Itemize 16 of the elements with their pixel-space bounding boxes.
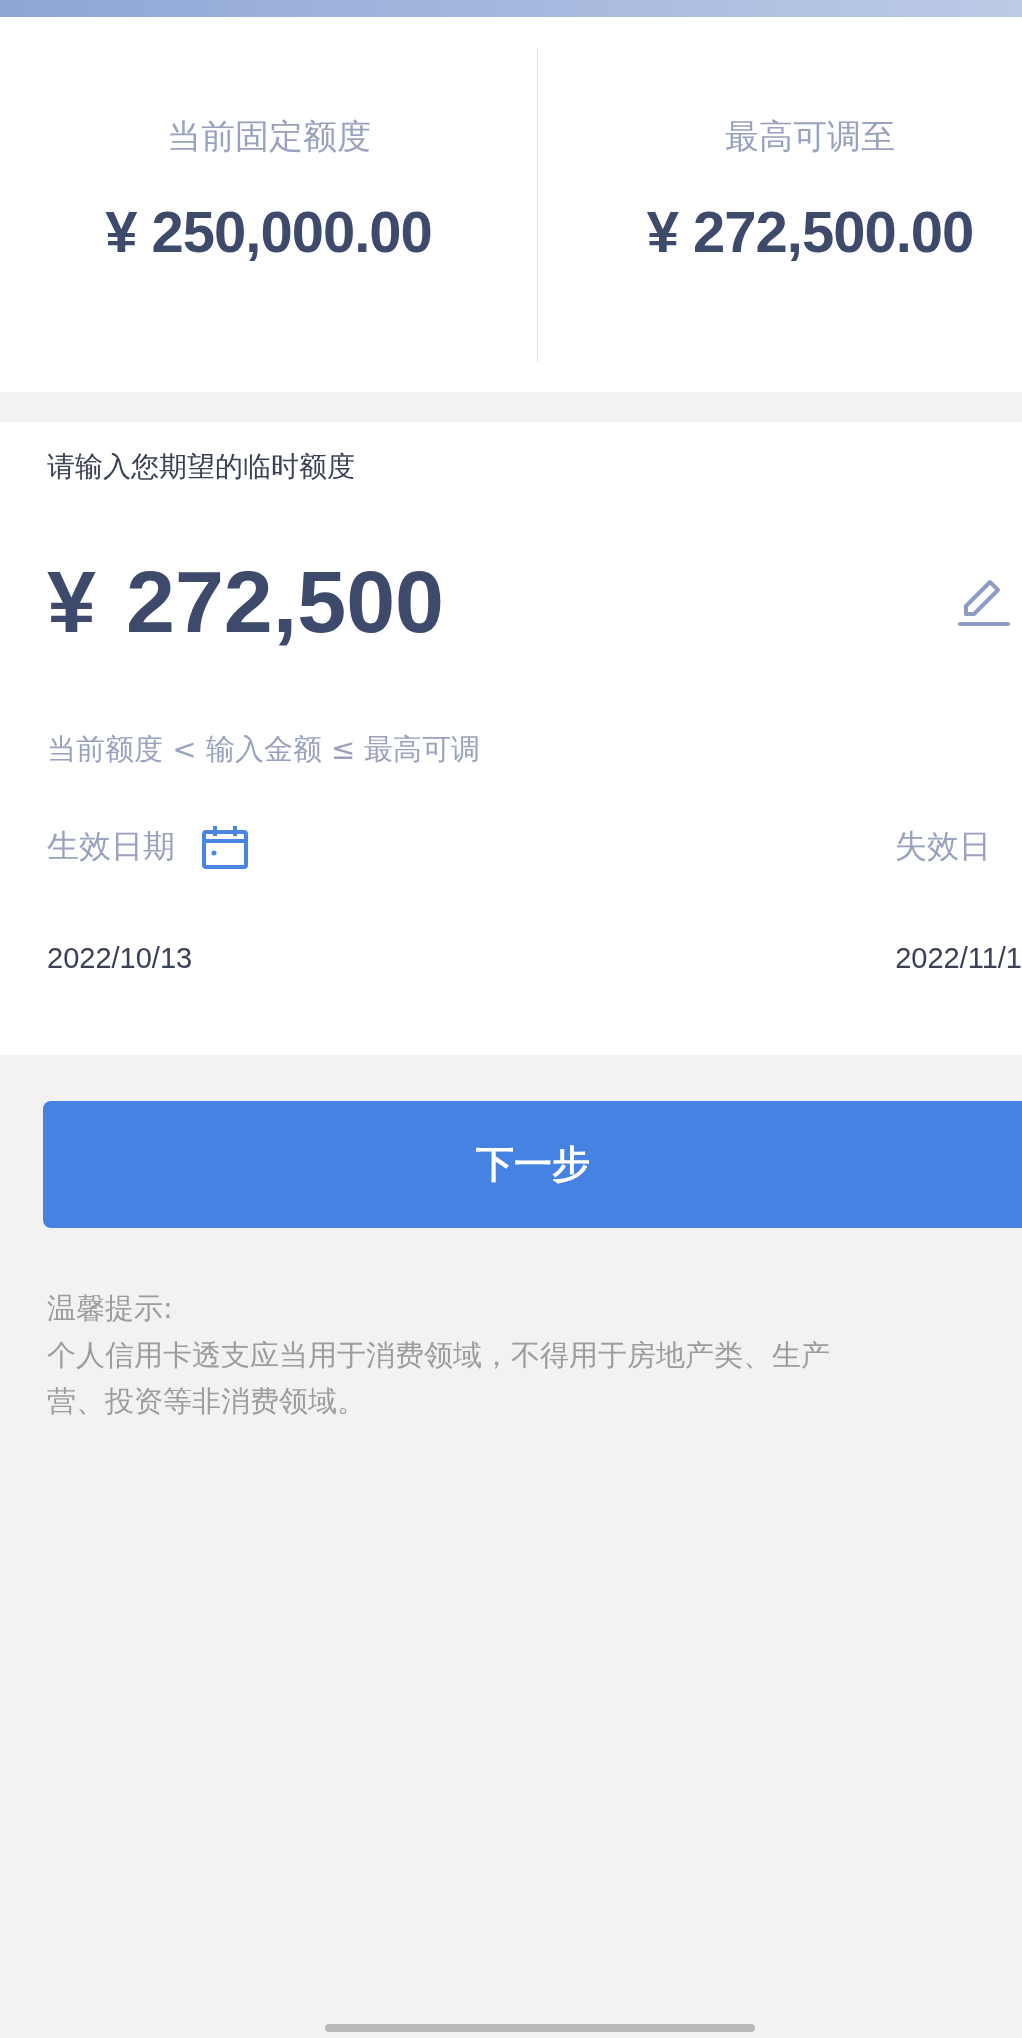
- quota-label: 当前固定额度: [166, 119, 371, 153]
- date-value: 2022/11/1: [895, 941, 1022, 975]
- quota-label: 最高可调至: [725, 119, 895, 153]
- amount-field[interactable]: ¥ 272,500: [47, 557, 445, 646]
- tip-text: 营、投资等非消费领域。: [47, 1383, 366, 1421]
- date-label: 生效日期: [47, 825, 175, 867]
- quota-amount: ¥ 250,000.00: [105, 203, 432, 261]
- amount-hint: 当前额度 < 输入金额 ≤ 最高可调: [47, 730, 481, 768]
- date-label: 失效日: [895, 825, 992, 867]
- quota-amount: ¥ 272,500.00: [646, 203, 974, 261]
- tip-text: 个人信用卡透支应当用于消费领域，不得用于房地产类、生产: [47, 1336, 830, 1374]
- calendar-icon[interactable]: [201, 823, 249, 870]
- input-label: 请输入您期望的临时额度: [47, 450, 355, 484]
- next-button[interactable]: 下一步: [43, 1101, 1022, 1228]
- date-value[interactable]: 2022/10/13: [47, 941, 249, 975]
- tip-title: 温馨提示:: [47, 1290, 173, 1327]
